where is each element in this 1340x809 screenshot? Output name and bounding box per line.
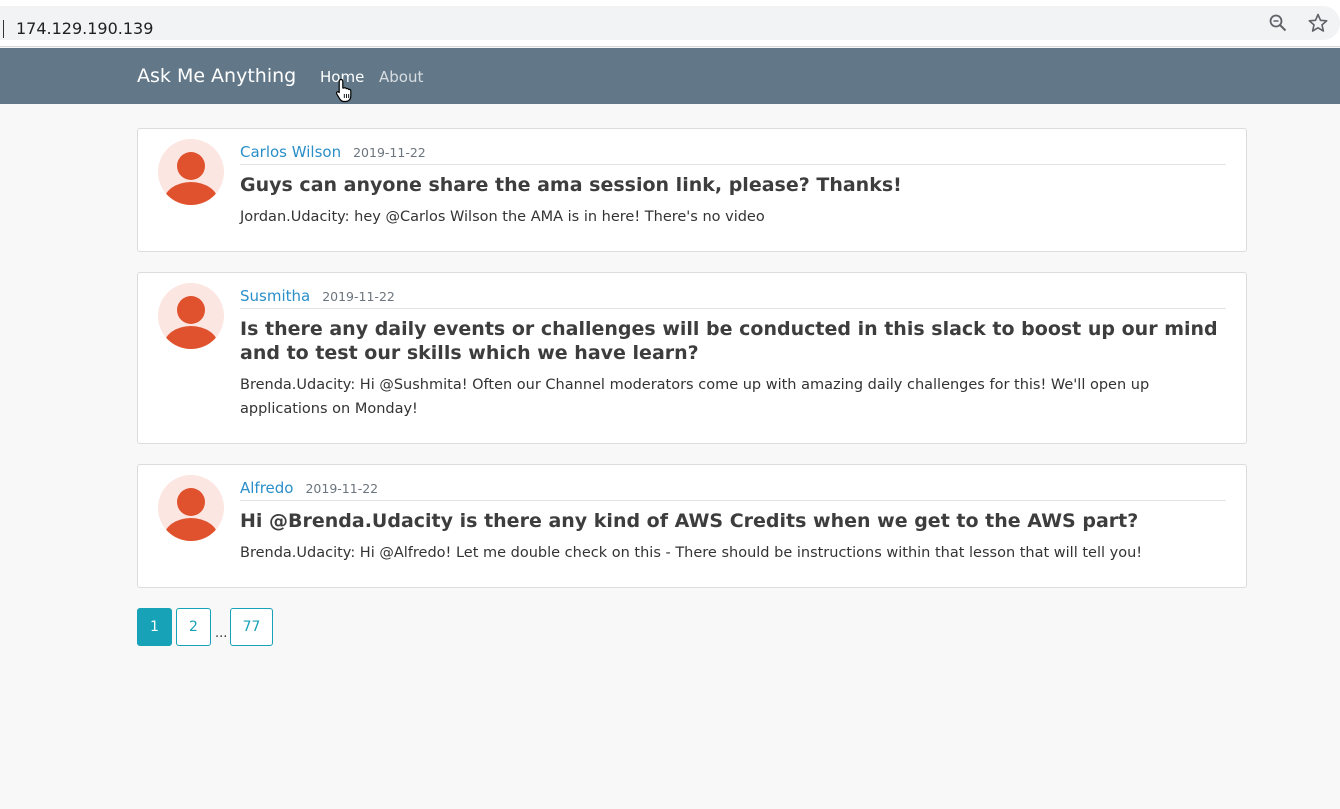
avatar-icon [158,283,224,349]
post-meta: Susmitha 2019-11-22 [240,287,1226,309]
pagination-ellipsis: ... [215,626,228,641]
author-link[interactable]: Alfredo [240,479,293,497]
nav-about-link[interactable]: About [379,68,423,86]
author-link[interactable]: Susmitha [240,287,310,305]
page-button-2[interactable]: 2 [176,608,211,646]
avatar-icon [158,139,224,205]
author-link[interactable]: Carlos Wilson [240,143,341,161]
post-question: Hi @Brenda.Udacity is there any kind of … [240,510,1139,532]
navbar: Ask Me Anything Home About [0,48,1340,104]
post-body: Carlos Wilson 2019-11-22 Guys can anyone… [240,143,1226,229]
post-question: Guys can anyone share the ama session li… [240,174,902,196]
browser-toolbar: 174.129.190.139 [0,0,1340,47]
post-meta: Alfredo 2019-11-22 [240,479,1226,501]
zoom-icon[interactable] [1268,13,1288,33]
post-date: 2019-11-22 [322,289,395,304]
address-bar[interactable]: 174.129.190.139 [0,6,1340,40]
star-icon[interactable] [1308,13,1328,33]
post-card: Alfredo 2019-11-22 Hi @Brenda.Udacity is… [137,464,1247,588]
page-button-last[interactable]: 77 [230,608,273,646]
post-answer: Brenda.Udacity: Hi @Sushmita! Often our … [240,377,1150,417]
post-date: 2019-11-22 [353,145,426,160]
post-body: Susmitha 2019-11-22 Is there any daily e… [240,287,1226,421]
post-answer: Brenda.Udacity: Hi @Alfredo! Let me doub… [240,545,1143,561]
nav-home-link[interactable]: Home [320,68,364,86]
post-meta: Carlos Wilson 2019-11-22 [240,143,1226,165]
post-body: Alfredo 2019-11-22 Hi @Brenda.Udacity is… [240,479,1226,565]
url-text[interactable]: 174.129.190.139 [16,19,153,38]
post-card: Carlos Wilson 2019-11-22 Guys can anyone… [137,128,1247,252]
post-answer: Jordan.Udacity: hey @Carlos Wilson the A… [240,209,765,225]
page-button-1[interactable]: 1 [137,608,172,646]
post-question: Is there any daily events or challenges … [240,318,1218,364]
brand-link[interactable]: Ask Me Anything [137,65,296,87]
post-card: Susmitha 2019-11-22 Is there any daily e… [137,272,1247,444]
text-caret [3,20,4,38]
post-date: 2019-11-22 [305,481,379,496]
avatar-icon [158,475,224,541]
